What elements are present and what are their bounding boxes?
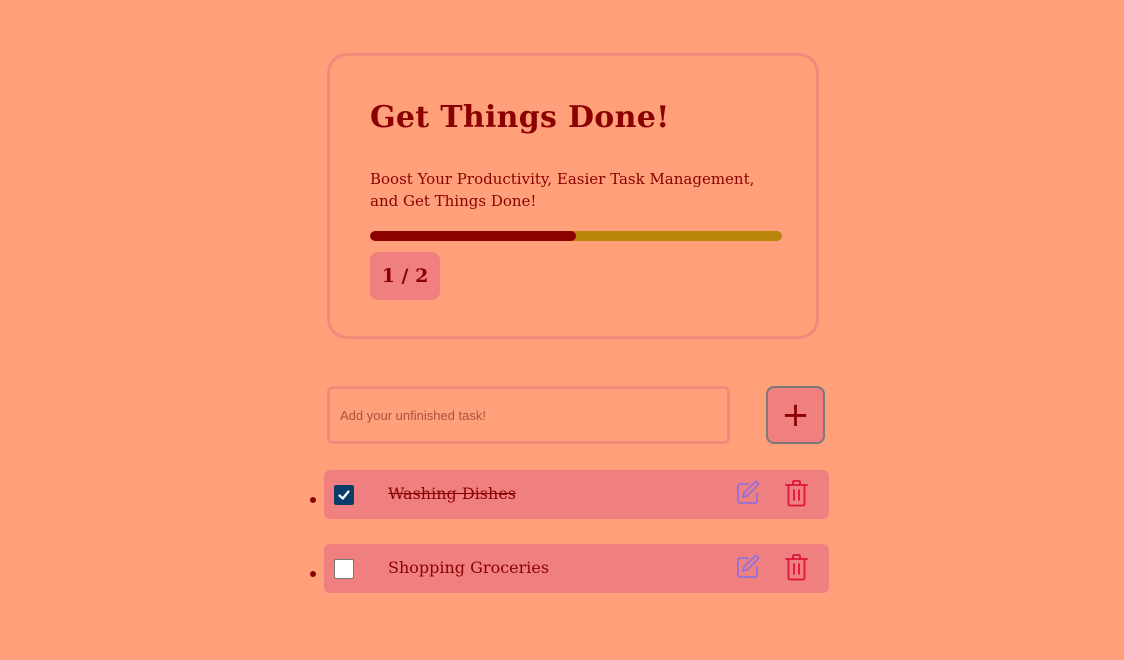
add-task-button[interactable]: + [766,386,825,444]
task-checkbox[interactable] [334,485,354,505]
progress-bar [370,231,782,241]
delete-task-button[interactable] [784,479,809,507]
progress-bar-fill [370,231,576,241]
trash-icon [785,480,808,507]
list-bullet [310,571,316,577]
page-subtitle: Boost Your Productivity, Easier Task Man… [370,170,755,210]
edit-task-button[interactable] [735,554,761,580]
task-label: Washing Dishes [388,484,516,503]
pencil-icon [737,481,759,504]
trash-icon [785,554,808,581]
task-list: Washing Dishes Shopping Groceries [310,470,829,618]
page-title: Get Things Done! [370,100,670,135]
task-checkbox[interactable] [334,559,354,579]
progress-card: Get Things Done! Boost Your Productivity… [327,53,819,339]
task-item: Shopping Groceries [310,544,829,593]
task-item: Washing Dishes [310,470,829,519]
progress-count-badge: 1 / 2 [370,252,440,300]
edit-task-button[interactable] [735,480,761,506]
check-icon [338,490,350,500]
task-label: Shopping Groceries [388,558,550,577]
pencil-icon [737,555,759,578]
new-task-input[interactable] [327,386,730,444]
delete-task-button[interactable] [784,553,809,581]
list-bullet [310,497,316,503]
